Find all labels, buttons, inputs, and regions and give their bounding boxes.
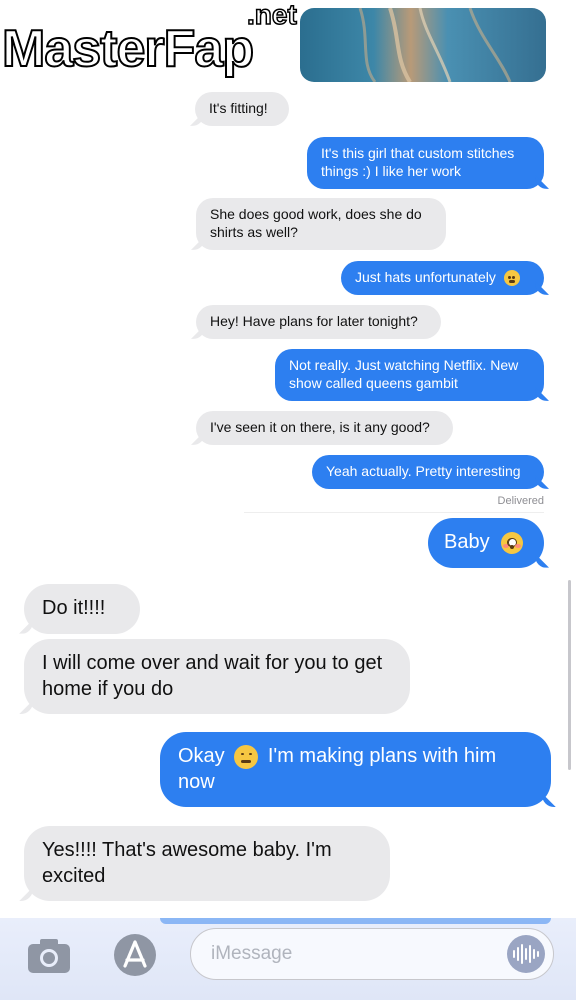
watermark-logo: .net MasterFap xyxy=(0,0,305,80)
message-outgoing[interactable]: Baby xyxy=(428,518,544,568)
weary-face-emoji xyxy=(503,270,520,287)
message-incoming[interactable]: I will come over and wait for you to get… xyxy=(24,639,410,715)
message-incoming[interactable]: Yes!!!! That's awesome baby. I'm excited xyxy=(24,826,390,902)
message-outgoing[interactable]: Just hats unfortunately xyxy=(341,261,544,295)
message-outgoing[interactable]: Okay I'm making plans with him now xyxy=(160,732,551,808)
next-message-peek xyxy=(160,918,551,924)
watermark-text: MasterFap xyxy=(2,20,253,78)
photo-attachment[interactable] xyxy=(300,8,546,82)
message-incoming[interactable]: She does good work, does she do shirts a… xyxy=(196,198,446,250)
message-incoming[interactable]: It's fitting! xyxy=(195,92,289,126)
audio-waveform-icon[interactable] xyxy=(507,935,545,973)
message-incoming[interactable]: I've seen it on there, is it any good? xyxy=(196,411,453,445)
divider xyxy=(244,512,544,513)
svg-text:.net: .net xyxy=(247,0,297,30)
flushed-face-emoji xyxy=(501,531,524,554)
message-outgoing[interactable]: Not really. Just watching Netflix. New s… xyxy=(275,349,544,401)
message-outgoing[interactable]: It's this girl that custom stitches thin… xyxy=(307,137,544,189)
delivered-status: Delivered xyxy=(497,495,544,507)
photo-hair-strands xyxy=(358,8,512,82)
message-incoming[interactable]: Do it!!!! xyxy=(24,584,140,634)
message-outgoing[interactable]: Yeah actually. Pretty interesting xyxy=(312,455,544,489)
camera-icon[interactable] xyxy=(24,936,76,976)
message-incoming[interactable]: Hey! Have plans for later tonight? xyxy=(196,305,441,339)
relieved-face-emoji xyxy=(234,744,259,769)
app-store-icon[interactable] xyxy=(106,932,164,978)
imessage-input[interactable]: iMessage xyxy=(190,928,554,980)
scroll-indicator[interactable] xyxy=(568,580,571,770)
imessage-placeholder: iMessage xyxy=(211,943,293,964)
